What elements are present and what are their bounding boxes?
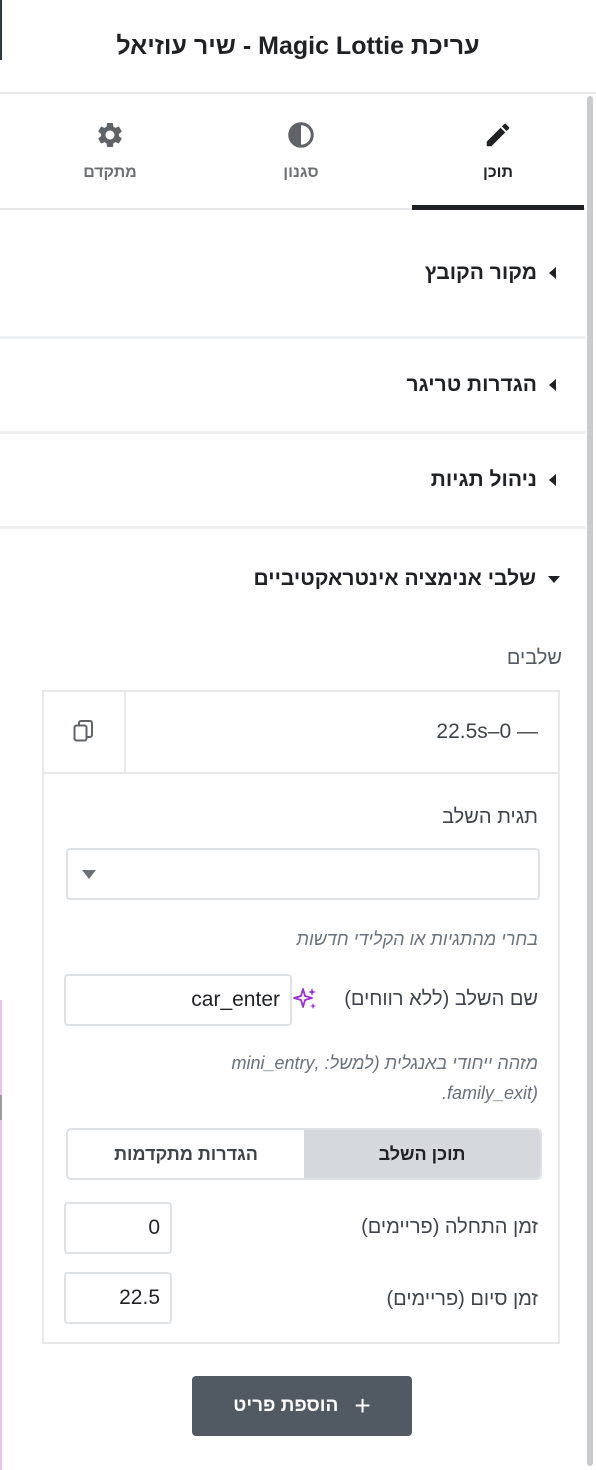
scrollbar[interactable]: [587, 96, 593, 1466]
repeater-item-title: 22.5s–0 —: [436, 720, 538, 743]
caret-right-icon: [549, 379, 556, 391]
steps-label: שלבים: [506, 647, 562, 669]
step-name-help: מזהה ייחודי באנגלית (למשל: ,mini_entry (…: [68, 1048, 539, 1108]
chevron-down-icon: [82, 870, 96, 879]
tab-advanced[interactable]: מתקדם: [24, 94, 196, 208]
add-item-label: הוספת פריט: [233, 1395, 339, 1416]
section-interactive-steps[interactable]: שלבי אנימציה אינטראקטיביים: [0, 529, 586, 629]
tab-label: תוכן: [483, 164, 513, 181]
end-frame-label: זמן סיום (פריימים): [386, 1288, 538, 1310]
panel-title: עריכת Magic Lottie - שיר עוזיאל: [116, 31, 480, 60]
end-frame-input[interactable]: 22.5: [64, 1272, 172, 1324]
tab-content[interactable]: תוכן: [412, 94, 584, 210]
tab-label: סגנון: [283, 164, 319, 181]
tab-advanced-settings[interactable]: הגדרות מתקדמות: [68, 1130, 304, 1178]
left-edge-strip-gray: [0, 1095, 2, 1120]
start-frame-input[interactable]: 0: [64, 1202, 172, 1254]
tag-select[interactable]: [66, 848, 540, 900]
steps-repeater: 22.5s–0 — תגית השלב בחרי מהתגיות או הקלי…: [42, 690, 560, 1344]
step-settings-switcher: הגדרות מתקדמות תוכן השלב: [66, 1128, 542, 1180]
copy-icon: [73, 720, 93, 742]
plus-icon: +: [354, 1390, 371, 1421]
repeater-item-header[interactable]: 22.5s–0 —: [44, 692, 558, 774]
tab-style[interactable]: סגנון: [215, 94, 387, 208]
step-name-help-line2: (family_exit.: [441, 1083, 538, 1103]
pencil-icon: [486, 123, 510, 147]
section-title: ניהול תגיות: [430, 468, 537, 491]
step-name-input[interactable]: car_enter: [64, 974, 292, 1026]
add-item-button[interactable]: + הוספת פריט: [192, 1376, 412, 1436]
tab-label: מתקדם: [83, 164, 137, 181]
section-title: הגדרות טריגר: [406, 373, 537, 396]
contrast-icon: [288, 122, 314, 148]
caret-right-icon: [549, 267, 556, 279]
sparkle-icon[interactable]: [292, 986, 318, 1012]
panel-tabs: תוכן סגנון מתקדם: [0, 94, 586, 210]
tag-help: בחרי מהתגיות או הקלידי חדשות: [296, 929, 538, 949]
step-name-help-line1: מזהה ייחודי באנגלית (למשל: ,mini_entry: [231, 1053, 539, 1073]
start-frame-label: זמן התחלה (פריימים): [361, 1216, 538, 1238]
caret-down-icon: [548, 575, 560, 583]
caret-right-icon: [549, 474, 556, 486]
tab-step-content[interactable]: תוכן השלב: [304, 1130, 540, 1178]
panel-header: עריכת Magic Lottie - שיר עוזיאל: [0, 0, 596, 94]
gear-icon: [98, 123, 122, 147]
section-title: שלבי אנימציה אינטראקטיביים: [253, 567, 536, 590]
step-name-label: שם השלב (ללא רווחים): [344, 988, 538, 1010]
section-file-source[interactable]: מקור הקובץ: [0, 210, 586, 339]
duplicate-button[interactable]: [44, 692, 126, 772]
section-tag-management[interactable]: ניהול תגיות: [0, 434, 586, 529]
left-edge-strip-pink: [0, 1000, 2, 1470]
tag-label: תגית השלב: [442, 806, 538, 828]
section-title: מקור הקובץ: [424, 261, 537, 284]
section-trigger-settings[interactable]: הגדרות טריגר: [0, 339, 586, 434]
